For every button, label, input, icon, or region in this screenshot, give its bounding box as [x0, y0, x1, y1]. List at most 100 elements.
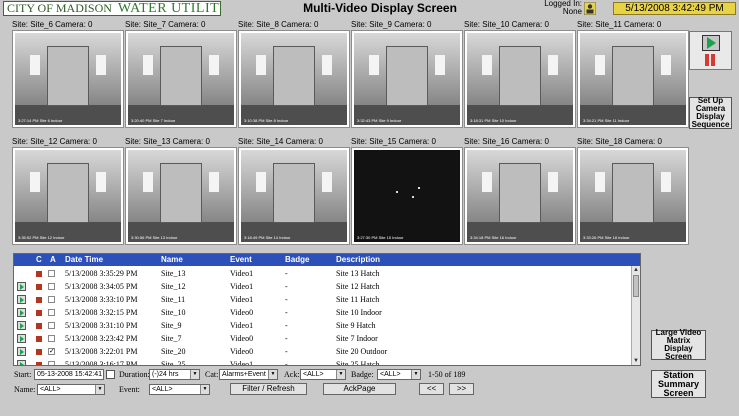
camera-feed-image[interactable]: 3:18:31 PM Site 10 Indoor	[467, 33, 573, 125]
camera-view[interactable]: 3:18:31 PM Site 10 Indoor	[464, 30, 576, 128]
table-row[interactable]: ✓ 5/13/2008 3:22:01 PM Site_20 Video0 - Site …	[14, 345, 632, 358]
camera-feed-image[interactable]: 3:27:30 PM Site 15 Indoor	[354, 150, 460, 242]
camera-label: Site: Site_7 Camera: 0	[125, 20, 206, 29]
pause-sequence-button[interactable]	[705, 54, 717, 66]
camera-feed-image[interactable]: 3:10:38 PM Site 8 Indoor	[241, 33, 347, 125]
category-dropdown[interactable]: Alarms+Event	[219, 369, 278, 380]
login-user-icon[interactable]	[584, 2, 596, 15]
camera-view[interactable]: 3:34:21 PM Site 11 Indoor	[577, 30, 689, 128]
camera-timestamp: 3:30:56 PM Site 13 Indoor	[131, 235, 178, 240]
previous-page-button[interactable]: <<	[419, 383, 444, 395]
camera-view[interactable]: 3:34:18 PM Site 16 Indoor	[464, 147, 576, 245]
camera-view[interactable]: 3:18:49 PM Site 14 Indoor	[238, 147, 350, 245]
large-video-matrix-button[interactable]: Large Video Matrix Display Screen	[651, 329, 706, 361]
camera-feed-image[interactable]: 3:35:52 PM Site 12 Indoor	[15, 150, 121, 242]
row-datetime: 5/13/2008 3:23:42 PM	[65, 334, 138, 343]
camera-view[interactable]: 3:27:14 PM Site 6 Indoor	[12, 30, 124, 128]
col-name-header[interactable]: Name	[161, 254, 183, 266]
current-datetime: 5/13/2008 3:42:49 PM	[613, 2, 736, 15]
camera-view[interactable]: 3:35:52 PM Site 12 Indoor	[12, 147, 124, 245]
row-description: Site 25 Hatch	[336, 360, 380, 366]
name-dropdown[interactable]: <ALL>	[37, 384, 105, 395]
camera-view[interactable]: 3:33:26 PM Site 18 Indoor	[577, 147, 689, 245]
play-video-icon[interactable]	[17, 295, 26, 304]
logged-in-user: None	[562, 7, 582, 16]
camera-timestamp: 3:34:18 PM Site 16 Indoor	[470, 235, 517, 240]
next-page-button[interactable]: >>	[449, 383, 474, 395]
row-description: Site 20 Outdoor	[336, 347, 388, 356]
play-video-icon[interactable]	[17, 360, 26, 365]
camera-label: Site: Site_14 Camera: 0	[238, 137, 323, 146]
acknowledge-checkbox[interactable]	[48, 309, 55, 316]
camera-feed-image[interactable]: 3:27:14 PM Site 6 Indoor	[15, 33, 121, 125]
camera-label: Site: Site_15 Camera: 0	[351, 137, 436, 146]
play-video-icon[interactable]	[17, 347, 26, 356]
station-summary-button[interactable]: Station Summary Screen	[651, 370, 706, 398]
col-c-header[interactable]: C	[36, 254, 42, 266]
ack-dropdown[interactable]: <ALL>	[300, 369, 346, 380]
scroll-thumb[interactable]	[633, 275, 639, 297]
ack-page-button[interactable]: AckPage	[323, 383, 396, 395]
calendar-icon[interactable]	[106, 370, 115, 379]
table-row[interactable]: 5/13/2008 3:31:10 PM Site_9 Video1 - Site 9 …	[14, 319, 632, 332]
acknowledge-checkbox[interactable]	[48, 270, 55, 277]
play-video-icon[interactable]	[17, 308, 26, 317]
col-description-header[interactable]: Description	[336, 254, 380, 266]
camera-view[interactable]: 3:30:56 PM Site 13 Indoor	[125, 147, 237, 245]
filter-refresh-button[interactable]: Filter / Refresh	[230, 383, 307, 395]
row-badge: -	[285, 269, 288, 278]
acknowledge-checkbox[interactable]	[48, 361, 55, 365]
row-description: Site 11 Hatch	[336, 295, 380, 304]
camera-feed-image[interactable]: 3:30:56 PM Site 13 Indoor	[128, 150, 234, 242]
camera-feed-image[interactable]: 3:34:18 PM Site 16 Indoor	[467, 150, 573, 242]
camera-feed-image[interactable]: 3:18:49 PM Site 14 Indoor	[241, 150, 347, 242]
camera-feed-image[interactable]: 3:20:40 PM Site 7 Indoor	[128, 33, 234, 125]
camera-timestamp: 3:32:43 PM Site 9 Indoor	[357, 118, 402, 123]
camera-feed-image[interactable]: 3:34:21 PM Site 11 Indoor	[580, 33, 686, 125]
camera-view[interactable]: 3:10:38 PM Site 8 Indoor	[238, 30, 350, 128]
scroll-down-arrow[interactable]: ▼	[633, 357, 639, 365]
table-row[interactable]: 5/13/2008 3:33:10 PM Site_11 Video1 - Site 1…	[14, 293, 632, 306]
table-row[interactable]: 5/13/2008 3:35:29 PM Site_13 Video1 - Site 1…	[14, 267, 632, 280]
col-datetime-header[interactable]: Date Time	[65, 254, 103, 266]
scroll-up-arrow[interactable]: ▲	[633, 266, 639, 274]
camera-view[interactable]: 3:20:40 PM Site 7 Indoor	[125, 30, 237, 128]
play-video-icon[interactable]	[17, 334, 26, 343]
acknowledge-checkbox[interactable]	[48, 296, 55, 303]
start-date-field[interactable]: 05-13-2008 15:42:41	[34, 369, 104, 380]
col-a-header[interactable]: A	[50, 254, 56, 266]
camera-feed-image[interactable]: 3:33:26 PM Site 18 Indoor	[580, 150, 686, 242]
col-event-header[interactable]: Event	[230, 254, 252, 266]
badge-dropdown[interactable]: <ALL>	[377, 369, 421, 380]
play-video-icon[interactable]	[17, 282, 26, 291]
col-badge-header[interactable]: Badge	[285, 254, 309, 266]
table-row[interactable]: 5/13/2008 3:23:42 PM Site_7 Video0 - Site 7 …	[14, 332, 632, 345]
row-datetime: 5/13/2008 3:33:10 PM	[65, 295, 138, 304]
row-description: Site 12 Hatch	[336, 282, 380, 291]
camera-view[interactable]: 3:27:30 PM Site 15 Indoor	[351, 147, 463, 245]
acknowledge-checkbox[interactable]	[48, 335, 55, 342]
event-dropdown[interactable]: <ALL>	[149, 384, 210, 395]
play-sequence-button[interactable]	[702, 35, 720, 51]
table-row[interactable]: 5/13/2008 3:16:17 PM Site_25 Video1 - Site 2…	[14, 358, 632, 366]
row-description: Site 7 Indoor	[336, 334, 378, 343]
acknowledge-checkbox[interactable]	[48, 322, 55, 329]
row-badge: -	[285, 308, 288, 317]
camera-timestamp: 3:34:21 PM Site 11 Indoor	[583, 118, 630, 123]
table-row[interactable]: 5/13/2008 3:32:15 PM Site_10 Video0 - Site 1…	[14, 306, 632, 319]
row-event: Video1	[230, 295, 254, 304]
row-datetime: 5/13/2008 3:31:10 PM	[65, 321, 138, 330]
alarm-status-icon	[36, 336, 42, 342]
acknowledge-checkbox[interactable]	[48, 283, 55, 290]
row-name: Site_13	[161, 269, 186, 278]
table-row[interactable]: 5/13/2008 3:34:05 PM Site_12 Video1 - Site 1…	[14, 280, 632, 293]
acknowledge-checkbox[interactable]: ✓	[48, 348, 55, 355]
table-scrollbar[interactable]: ▲ ▼	[631, 266, 640, 365]
play-video-icon[interactable]	[17, 321, 26, 330]
camera-sequence-button[interactable]: Set Up Camera Display Sequence	[689, 97, 732, 129]
camera-view[interactable]: 3:32:43 PM Site 9 Indoor	[351, 30, 463, 128]
logo-water-text: WATER UTILITY	[117, 1, 221, 16]
duration-dropdown[interactable]: (-)24 hrs	[149, 369, 200, 380]
camera-feed-image[interactable]: 3:32:43 PM Site 9 Indoor	[354, 33, 460, 125]
badge-label: Badge:	[351, 370, 374, 379]
